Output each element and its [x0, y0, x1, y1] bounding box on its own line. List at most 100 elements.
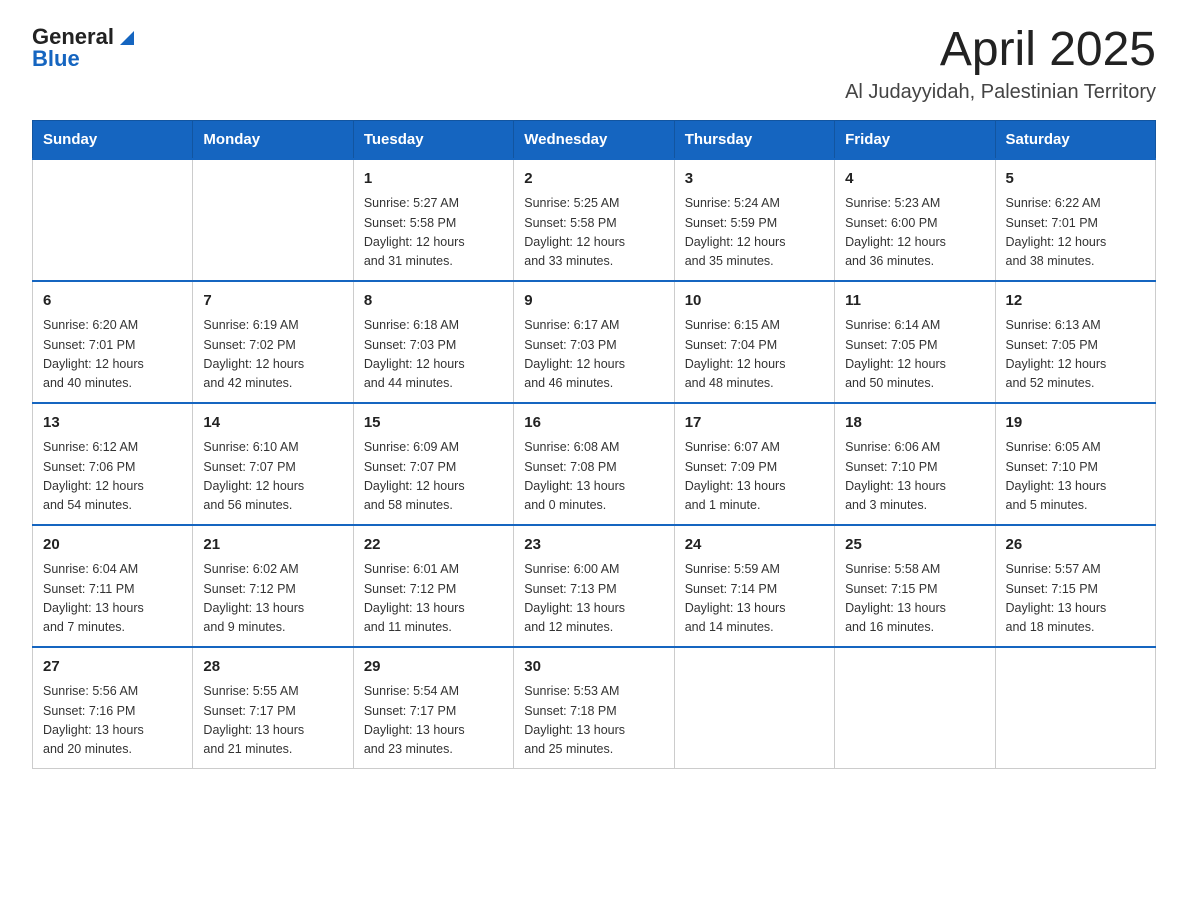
- calendar-cell: 24 Sunrise: 5:59 AM Sunset: 7:14 PM Dayli…: [674, 525, 834, 647]
- day-info: Sunrise: 5:58 AM Sunset: 7:15 PM Dayligh…: [845, 560, 984, 638]
- day-number: 8: [364, 290, 503, 313]
- day-info: Sunrise: 6:02 AM Sunset: 7:12 PM Dayligh…: [203, 560, 342, 638]
- day-number: 4: [845, 168, 984, 191]
- weekday-header: Monday: [193, 120, 353, 159]
- calendar-week-row: 20Sunrise: 6:04 AM Sunset: 7:11 PM Dayli…: [33, 525, 1156, 647]
- calendar-cell: [995, 647, 1155, 769]
- day-number: 5: [1006, 168, 1145, 191]
- calendar-title: April 2025: [845, 24, 1156, 77]
- calendar-cell: 10Sunrise: 6:15 AM Sunset: 7:04 PM Dayli…: [674, 281, 834, 403]
- logo-blue-text: Blue: [32, 46, 138, 72]
- day-info: Sunrise: 6:17 AM Sunset: 7:03 PM Dayligh…: [524, 316, 663, 394]
- day-number: 21: [203, 534, 342, 557]
- weekday-header: Saturday: [995, 120, 1155, 159]
- calendar-week-row: 1 Sunrise: 5:27 AM Sunset: 5:58 PM Daylig…: [33, 159, 1156, 281]
- day-number: 16: [524, 412, 663, 435]
- weekday-header: Sunday: [33, 120, 193, 159]
- day-number: 9: [524, 290, 663, 313]
- calendar-week-row: 27 Sunrise: 5:56 AM Sunset: 7:16 PM Dayli…: [33, 647, 1156, 769]
- calendar-cell: 14Sunrise: 6:10 AM Sunset: 7:07 PM Dayli…: [193, 403, 353, 525]
- day-number: 10: [685, 290, 824, 313]
- day-number: 23: [524, 534, 663, 557]
- calendar-cell: 1 Sunrise: 5:27 AM Sunset: 5:58 PM Daylig…: [353, 159, 513, 281]
- day-info: Sunrise: 5:57 AM Sunset: 7:15 PM Dayligh…: [1006, 560, 1145, 638]
- day-info: Sunrise: 6:04 AM Sunset: 7:11 PM Dayligh…: [43, 560, 182, 638]
- calendar-week-row: 6Sunrise: 6:20 AM Sunset: 7:01 PM Daylig…: [33, 281, 1156, 403]
- calendar-cell: [193, 159, 353, 281]
- calendar-cell: [33, 159, 193, 281]
- calendar-cell: 27 Sunrise: 5:56 AM Sunset: 7:16 PM Dayli…: [33, 647, 193, 769]
- calendar-cell: 20Sunrise: 6:04 AM Sunset: 7:11 PM Dayli…: [33, 525, 193, 647]
- weekday-header: Thursday: [674, 120, 834, 159]
- day-info: Sunrise: 5:54 AM Sunset: 7:17 PM Dayligh…: [364, 682, 503, 760]
- day-number: 29: [364, 656, 503, 679]
- calendar-cell: 26 Sunrise: 5:57 AM Sunset: 7:15 PM Dayli…: [995, 525, 1155, 647]
- day-number: 28: [203, 656, 342, 679]
- day-number: 13: [43, 412, 182, 435]
- day-info: Sunrise: 5:59 AM Sunset: 7:14 PM Dayligh…: [685, 560, 824, 638]
- day-info: Sunrise: 6:08 AM Sunset: 7:08 PM Dayligh…: [524, 438, 663, 516]
- day-number: 25: [845, 534, 984, 557]
- title-block: April 2025 Al Judayyidah, Palestinian Te…: [845, 24, 1156, 104]
- day-info: Sunrise: 6:14 AM Sunset: 7:05 PM Dayligh…: [845, 316, 984, 394]
- page-header: General Blue April 2025 Al Judayyidah, P…: [32, 24, 1156, 104]
- calendar-cell: [674, 647, 834, 769]
- calendar-cell: 28 Sunrise: 5:55 AM Sunset: 7:17 PM Dayli…: [193, 647, 353, 769]
- day-number: 1: [364, 168, 503, 191]
- calendar-cell: 29 Sunrise: 5:54 AM Sunset: 7:17 PM Dayli…: [353, 647, 513, 769]
- day-info: Sunrise: 6:06 AM Sunset: 7:10 PM Dayligh…: [845, 438, 984, 516]
- calendar-cell: 23 Sunrise: 6:00 AM Sunset: 7:13 PM Dayli…: [514, 525, 674, 647]
- day-info: Sunrise: 6:13 AM Sunset: 7:05 PM Dayligh…: [1006, 316, 1145, 394]
- calendar-cell: 21 Sunrise: 6:02 AM Sunset: 7:12 PM Dayli…: [193, 525, 353, 647]
- day-number: 11: [845, 290, 984, 313]
- calendar-subtitle: Al Judayyidah, Palestinian Territory: [845, 81, 1156, 104]
- calendar-cell: [835, 647, 995, 769]
- day-number: 24: [685, 534, 824, 557]
- day-info: Sunrise: 5:55 AM Sunset: 7:17 PM Dayligh…: [203, 682, 342, 760]
- day-info: Sunrise: 5:56 AM Sunset: 7:16 PM Dayligh…: [43, 682, 182, 760]
- calendar-cell: 7Sunrise: 6:19 AM Sunset: 7:02 PM Daylig…: [193, 281, 353, 403]
- day-info: Sunrise: 5:53 AM Sunset: 7:18 PM Dayligh…: [524, 682, 663, 760]
- calendar-cell: 4Sunrise: 5:23 AM Sunset: 6:00 PM Daylig…: [835, 159, 995, 281]
- day-number: 2: [524, 168, 663, 191]
- day-info: Sunrise: 6:19 AM Sunset: 7:02 PM Dayligh…: [203, 316, 342, 394]
- calendar-cell: 9 Sunrise: 6:17 AM Sunset: 7:03 PM Daylig…: [514, 281, 674, 403]
- calendar-cell: 19Sunrise: 6:05 AM Sunset: 7:10 PM Dayli…: [995, 403, 1155, 525]
- calendar-cell: 8 Sunrise: 6:18 AM Sunset: 7:03 PM Daylig…: [353, 281, 513, 403]
- day-number: 17: [685, 412, 824, 435]
- calendar-cell: 17 Sunrise: 6:07 AM Sunset: 7:09 PM Dayli…: [674, 403, 834, 525]
- calendar-cell: 11 Sunrise: 6:14 AM Sunset: 7:05 PM Dayli…: [835, 281, 995, 403]
- calendar-cell: 22 Sunrise: 6:01 AM Sunset: 7:12 PM Dayli…: [353, 525, 513, 647]
- day-number: 27: [43, 656, 182, 679]
- calendar-cell: 25 Sunrise: 5:58 AM Sunset: 7:15 PM Dayli…: [835, 525, 995, 647]
- day-number: 3: [685, 168, 824, 191]
- day-number: 22: [364, 534, 503, 557]
- calendar-cell: 5Sunrise: 6:22 AM Sunset: 7:01 PM Daylig…: [995, 159, 1155, 281]
- day-info: Sunrise: 6:00 AM Sunset: 7:13 PM Dayligh…: [524, 560, 663, 638]
- calendar-cell: 18 Sunrise: 6:06 AM Sunset: 7:10 PM Dayli…: [835, 403, 995, 525]
- day-number: 18: [845, 412, 984, 435]
- day-number: 30: [524, 656, 663, 679]
- day-info: Sunrise: 6:01 AM Sunset: 7:12 PM Dayligh…: [364, 560, 503, 638]
- day-info: Sunrise: 6:07 AM Sunset: 7:09 PM Dayligh…: [685, 438, 824, 516]
- calendar-cell: 2 Sunrise: 5:25 AM Sunset: 5:58 PM Daylig…: [514, 159, 674, 281]
- day-info: Sunrise: 5:25 AM Sunset: 5:58 PM Dayligh…: [524, 194, 663, 272]
- day-info: Sunrise: 6:05 AM Sunset: 7:10 PM Dayligh…: [1006, 438, 1145, 516]
- day-info: Sunrise: 6:12 AM Sunset: 7:06 PM Dayligh…: [43, 438, 182, 516]
- weekday-header: Tuesday: [353, 120, 513, 159]
- weekday-header: Friday: [835, 120, 995, 159]
- calendar-cell: 16 Sunrise: 6:08 AM Sunset: 7:08 PM Dayli…: [514, 403, 674, 525]
- day-number: 15: [364, 412, 503, 435]
- calendar-body: 1 Sunrise: 5:27 AM Sunset: 5:58 PM Daylig…: [33, 159, 1156, 769]
- day-number: 26: [1006, 534, 1145, 557]
- day-info: Sunrise: 6:10 AM Sunset: 7:07 PM Dayligh…: [203, 438, 342, 516]
- calendar-cell: 12 Sunrise: 6:13 AM Sunset: 7:05 PM Dayli…: [995, 281, 1155, 403]
- logo: General Blue: [32, 24, 138, 72]
- calendar-cell: 13 Sunrise: 6:12 AM Sunset: 7:06 PM Dayli…: [33, 403, 193, 525]
- day-number: 12: [1006, 290, 1145, 313]
- day-info: Sunrise: 5:27 AM Sunset: 5:58 PM Dayligh…: [364, 194, 503, 272]
- calendar-cell: 30 Sunrise: 5:53 AM Sunset: 7:18 PM Dayli…: [514, 647, 674, 769]
- day-info: Sunrise: 6:18 AM Sunset: 7:03 PM Dayligh…: [364, 316, 503, 394]
- calendar-table: SundayMondayTuesdayWednesdayThursdayFrid…: [32, 120, 1156, 769]
- calendar-cell: 15Sunrise: 6:09 AM Sunset: 7:07 PM Dayli…: [353, 403, 513, 525]
